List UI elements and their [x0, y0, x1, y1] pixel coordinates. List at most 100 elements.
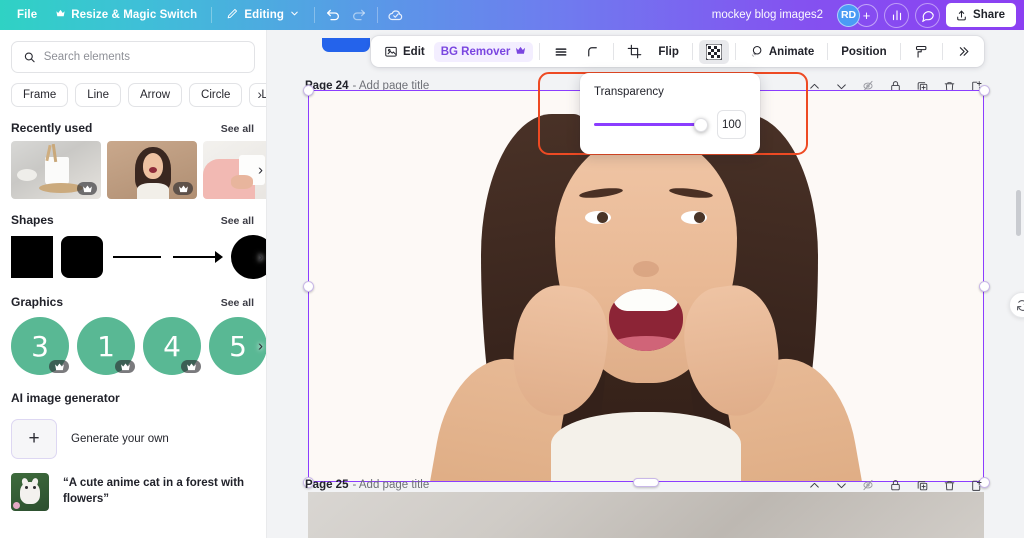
eye-off-icon — [863, 479, 873, 491]
toolbar-separator-2 — [613, 43, 615, 60]
ai-generate-label: Generate your own — [71, 433, 169, 445]
toolbar-separator-1 — [539, 43, 541, 60]
shape-rounded-square[interactable] — [61, 236, 103, 278]
top-menu-bar: File Resize & Magic Switch Editing mocke… — [0, 0, 1024, 30]
page-25-canvas[interactable] — [308, 492, 984, 538]
comments-button[interactable] — [915, 2, 941, 28]
add-page-icon — [971, 479, 982, 491]
transparency-slider[interactable] — [594, 117, 709, 132]
insights-button[interactable] — [884, 2, 910, 28]
crown-icon — [186, 362, 196, 370]
redo-button[interactable] — [346, 3, 372, 27]
photo-pupil-left — [597, 212, 608, 224]
chip-circle[interactable]: Circle — [189, 83, 243, 107]
shape-line[interactable] — [111, 236, 163, 278]
selection-handle-mid-right[interactable] — [979, 281, 990, 292]
graphic-item-2[interactable]: 1 — [77, 317, 135, 375]
duplicate-icon — [917, 480, 927, 490]
editing-mode-button[interactable]: Editing — [217, 3, 309, 27]
photo-brow-right — [668, 186, 714, 200]
chip-frame[interactable]: Frame — [11, 83, 69, 107]
more-options-button[interactable] — [949, 40, 978, 63]
crop-button[interactable] — [620, 40, 649, 63]
search-box[interactable] — [11, 41, 255, 73]
top-bar-left-group: File Resize & Magic Switch Editing — [0, 3, 409, 27]
canvas-vertical-scrollbar[interactable] — [1016, 190, 1021, 236]
photo-white-top — [551, 412, 741, 482]
graphic-item-1[interactable]: 3 — [11, 317, 69, 375]
graphics-see-all[interactable]: See all — [221, 297, 254, 309]
shapes-see-all[interactable]: See all — [221, 215, 254, 227]
ai-prompt-thumbnail[interactable] — [11, 473, 49, 511]
sync-refresh-button[interactable] — [1009, 292, 1024, 318]
canva-editor-window: File Resize & Magic Switch Editing mocke… — [0, 0, 1024, 538]
document-title[interactable]: mockey blog images2 — [704, 6, 831, 24]
graphic-item-3[interactable]: 4 — [143, 317, 201, 375]
toolbar-separator-7 — [941, 43, 943, 60]
animate-button[interactable]: Animate — [742, 40, 821, 63]
crown-icon — [178, 184, 188, 192]
page-25-title-placeholder[interactable]: - Add page title — [352, 479, 429, 491]
chips-next-icon[interactable]: › — [256, 86, 262, 102]
recently-used-thumb-2[interactable] — [107, 141, 197, 199]
avatar[interactable]: RD — [837, 3, 861, 27]
search-input[interactable] — [43, 51, 243, 63]
pro-crown-badge — [77, 182, 97, 195]
photo-eye-left — [585, 211, 611, 225]
page-25-photo — [308, 492, 984, 538]
toolbar-divider-3 — [376, 7, 378, 23]
share-button[interactable]: Share — [946, 3, 1016, 27]
adjust-lines-button[interactable] — [546, 41, 576, 63]
shapes-next-icon[interactable]: › — [258, 249, 263, 266]
ai-prompt-row[interactable]: “A cute anime cat in a forest with flowe… — [0, 459, 266, 511]
transparency-button[interactable] — [698, 39, 729, 64]
transparency-controls-row: 100 — [594, 110, 746, 139]
photo-mouth — [609, 289, 683, 352]
toolbar-divider — [211, 7, 213, 23]
photo-brow-left — [578, 186, 624, 200]
ai-plus-icon[interactable]: + — [11, 419, 57, 459]
resize-magic-switch-button[interactable]: Resize & Magic Switch — [46, 4, 206, 26]
chip-arrow[interactable]: Arrow — [127, 83, 183, 107]
shapes-row: › — [0, 233, 266, 281]
photo-nose — [633, 261, 659, 278]
paint-roller-button[interactable] — [907, 40, 936, 63]
ai-generate-your-own-row[interactable]: + Generate your own — [0, 411, 266, 459]
crown-icon — [515, 46, 526, 58]
graphics-next-icon[interactable]: › — [258, 338, 263, 355]
selection-handle-top-right[interactable] — [979, 85, 990, 96]
pro-crown-badge-g1 — [49, 360, 69, 373]
undo-button[interactable] — [320, 3, 346, 27]
bg-remover-button[interactable]: BG Remover — [433, 41, 534, 62]
selection-handle-top-left[interactable] — [303, 85, 314, 96]
image-edit-icon — [385, 46, 397, 57]
transparency-value-input[interactable]: 100 — [717, 110, 746, 139]
corner-radius-button[interactable] — [578, 40, 607, 63]
cloud-saved-button[interactable] — [383, 3, 409, 27]
shapes-title: Shapes — [11, 213, 54, 227]
photo-teeth — [613, 289, 679, 312]
position-label: Position — [841, 45, 887, 58]
recently-used-thumb-1[interactable] — [11, 141, 101, 199]
file-menu-button[interactable]: File — [8, 5, 46, 25]
category-chip-row: Frame Line Arrow Circle Logo › — [0, 73, 266, 107]
page-25-label: Page 25 — [305, 479, 349, 491]
edit-image-button[interactable]: Edit — [377, 41, 432, 63]
flip-label: Flip — [658, 45, 679, 58]
recently-used-see-all[interactable]: See all — [221, 123, 254, 135]
refresh-icon — [1016, 299, 1024, 311]
shape-arrow[interactable] — [171, 236, 223, 278]
paint-roller-icon — [915, 45, 927, 58]
lock-icon — [890, 479, 900, 490]
selection-handle-mid-left[interactable] — [303, 281, 314, 292]
page-25-separator: - — [352, 479, 357, 491]
chip-line[interactable]: Line — [75, 83, 121, 107]
recently-used-next-icon[interactable]: › — [258, 162, 263, 179]
toolbar-separator-3 — [691, 43, 693, 60]
position-button[interactable]: Position — [834, 42, 893, 62]
shape-square[interactable] — [11, 236, 53, 278]
cloud-check-icon — [388, 10, 403, 21]
transparency-slider-knob[interactable] — [694, 117, 709, 132]
flip-button[interactable]: Flip — [651, 42, 685, 62]
photo-pupil-right — [694, 212, 705, 224]
